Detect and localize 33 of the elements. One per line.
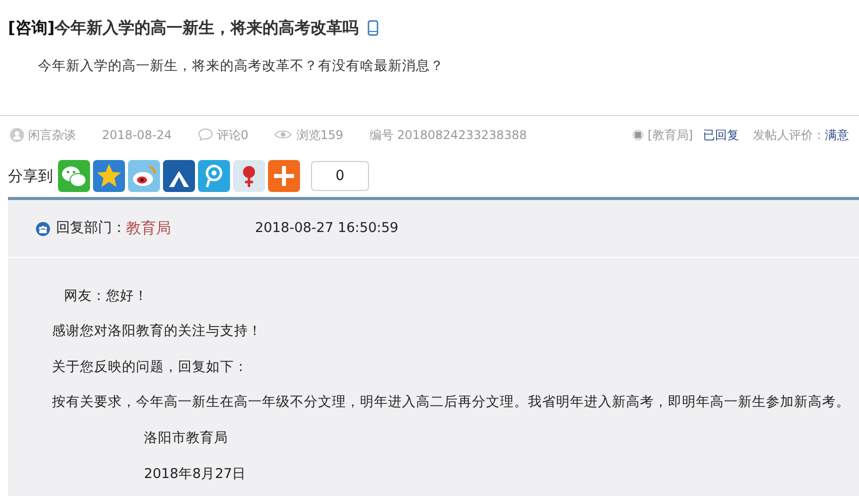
question-text: 今年新入学的高一新生，将来的高考改革不？有没有啥最新消息？ bbox=[38, 58, 444, 74]
user-icon bbox=[10, 128, 24, 142]
rating-value: 满意 bbox=[825, 126, 849, 144]
share-button[interactable] bbox=[268, 160, 300, 192]
reply-department-label: 回复部门： bbox=[56, 219, 126, 238]
post-number: 编号 20180824233238388 bbox=[369, 126, 527, 144]
comment-icon bbox=[198, 128, 213, 141]
reply-paragraph: 感谢您对洛阳教育的关注与支持！ bbox=[52, 322, 262, 342]
reply-time: 2018-08-27 16:50:59 bbox=[255, 219, 398, 238]
rating-label: 发帖人评价： bbox=[753, 126, 825, 144]
reply-paragraph: 洛阳市教育局 bbox=[144, 429, 228, 448]
reply-status: 已回复 bbox=[703, 126, 739, 144]
author-name: 闲言杂谈 bbox=[28, 126, 76, 144]
share-button[interactable] bbox=[198, 160, 230, 192]
share-button[interactable] bbox=[128, 160, 160, 192]
comment-count: 评论0 bbox=[216, 126, 248, 144]
reply-paragraph: 关于您反映的问题，回复如下： bbox=[52, 358, 248, 377]
eye-icon bbox=[274, 129, 292, 140]
department-name: [教育局] bbox=[648, 126, 693, 144]
reply-paragraph: 网友：您好！ bbox=[64, 286, 148, 306]
department-icon bbox=[632, 128, 644, 140]
share-label: 分享到 bbox=[8, 166, 53, 187]
share-count: 0 bbox=[311, 161, 369, 191]
mobile-icon bbox=[366, 20, 379, 36]
post-date: 2018-08-24 bbox=[102, 126, 172, 144]
view-count: 浏览159 bbox=[296, 126, 344, 144]
people-icon bbox=[36, 222, 50, 236]
post-title: 今年新入学的高一新生，将来的高考改革吗 bbox=[54, 17, 359, 39]
share-button[interactable] bbox=[58, 160, 90, 192]
reply-paragraph: 按有关要求，今年高一新生在高一年级不分文理，明年进入高二后再分文理。我省明年进入新高考，即明年高一新生参加新高考。 bbox=[52, 393, 850, 412]
reply-department: 教育局 bbox=[126, 218, 171, 240]
category-tag: [咨询] bbox=[8, 16, 55, 40]
reply-paragraph: 2018年8月27日 bbox=[144, 464, 246, 484]
